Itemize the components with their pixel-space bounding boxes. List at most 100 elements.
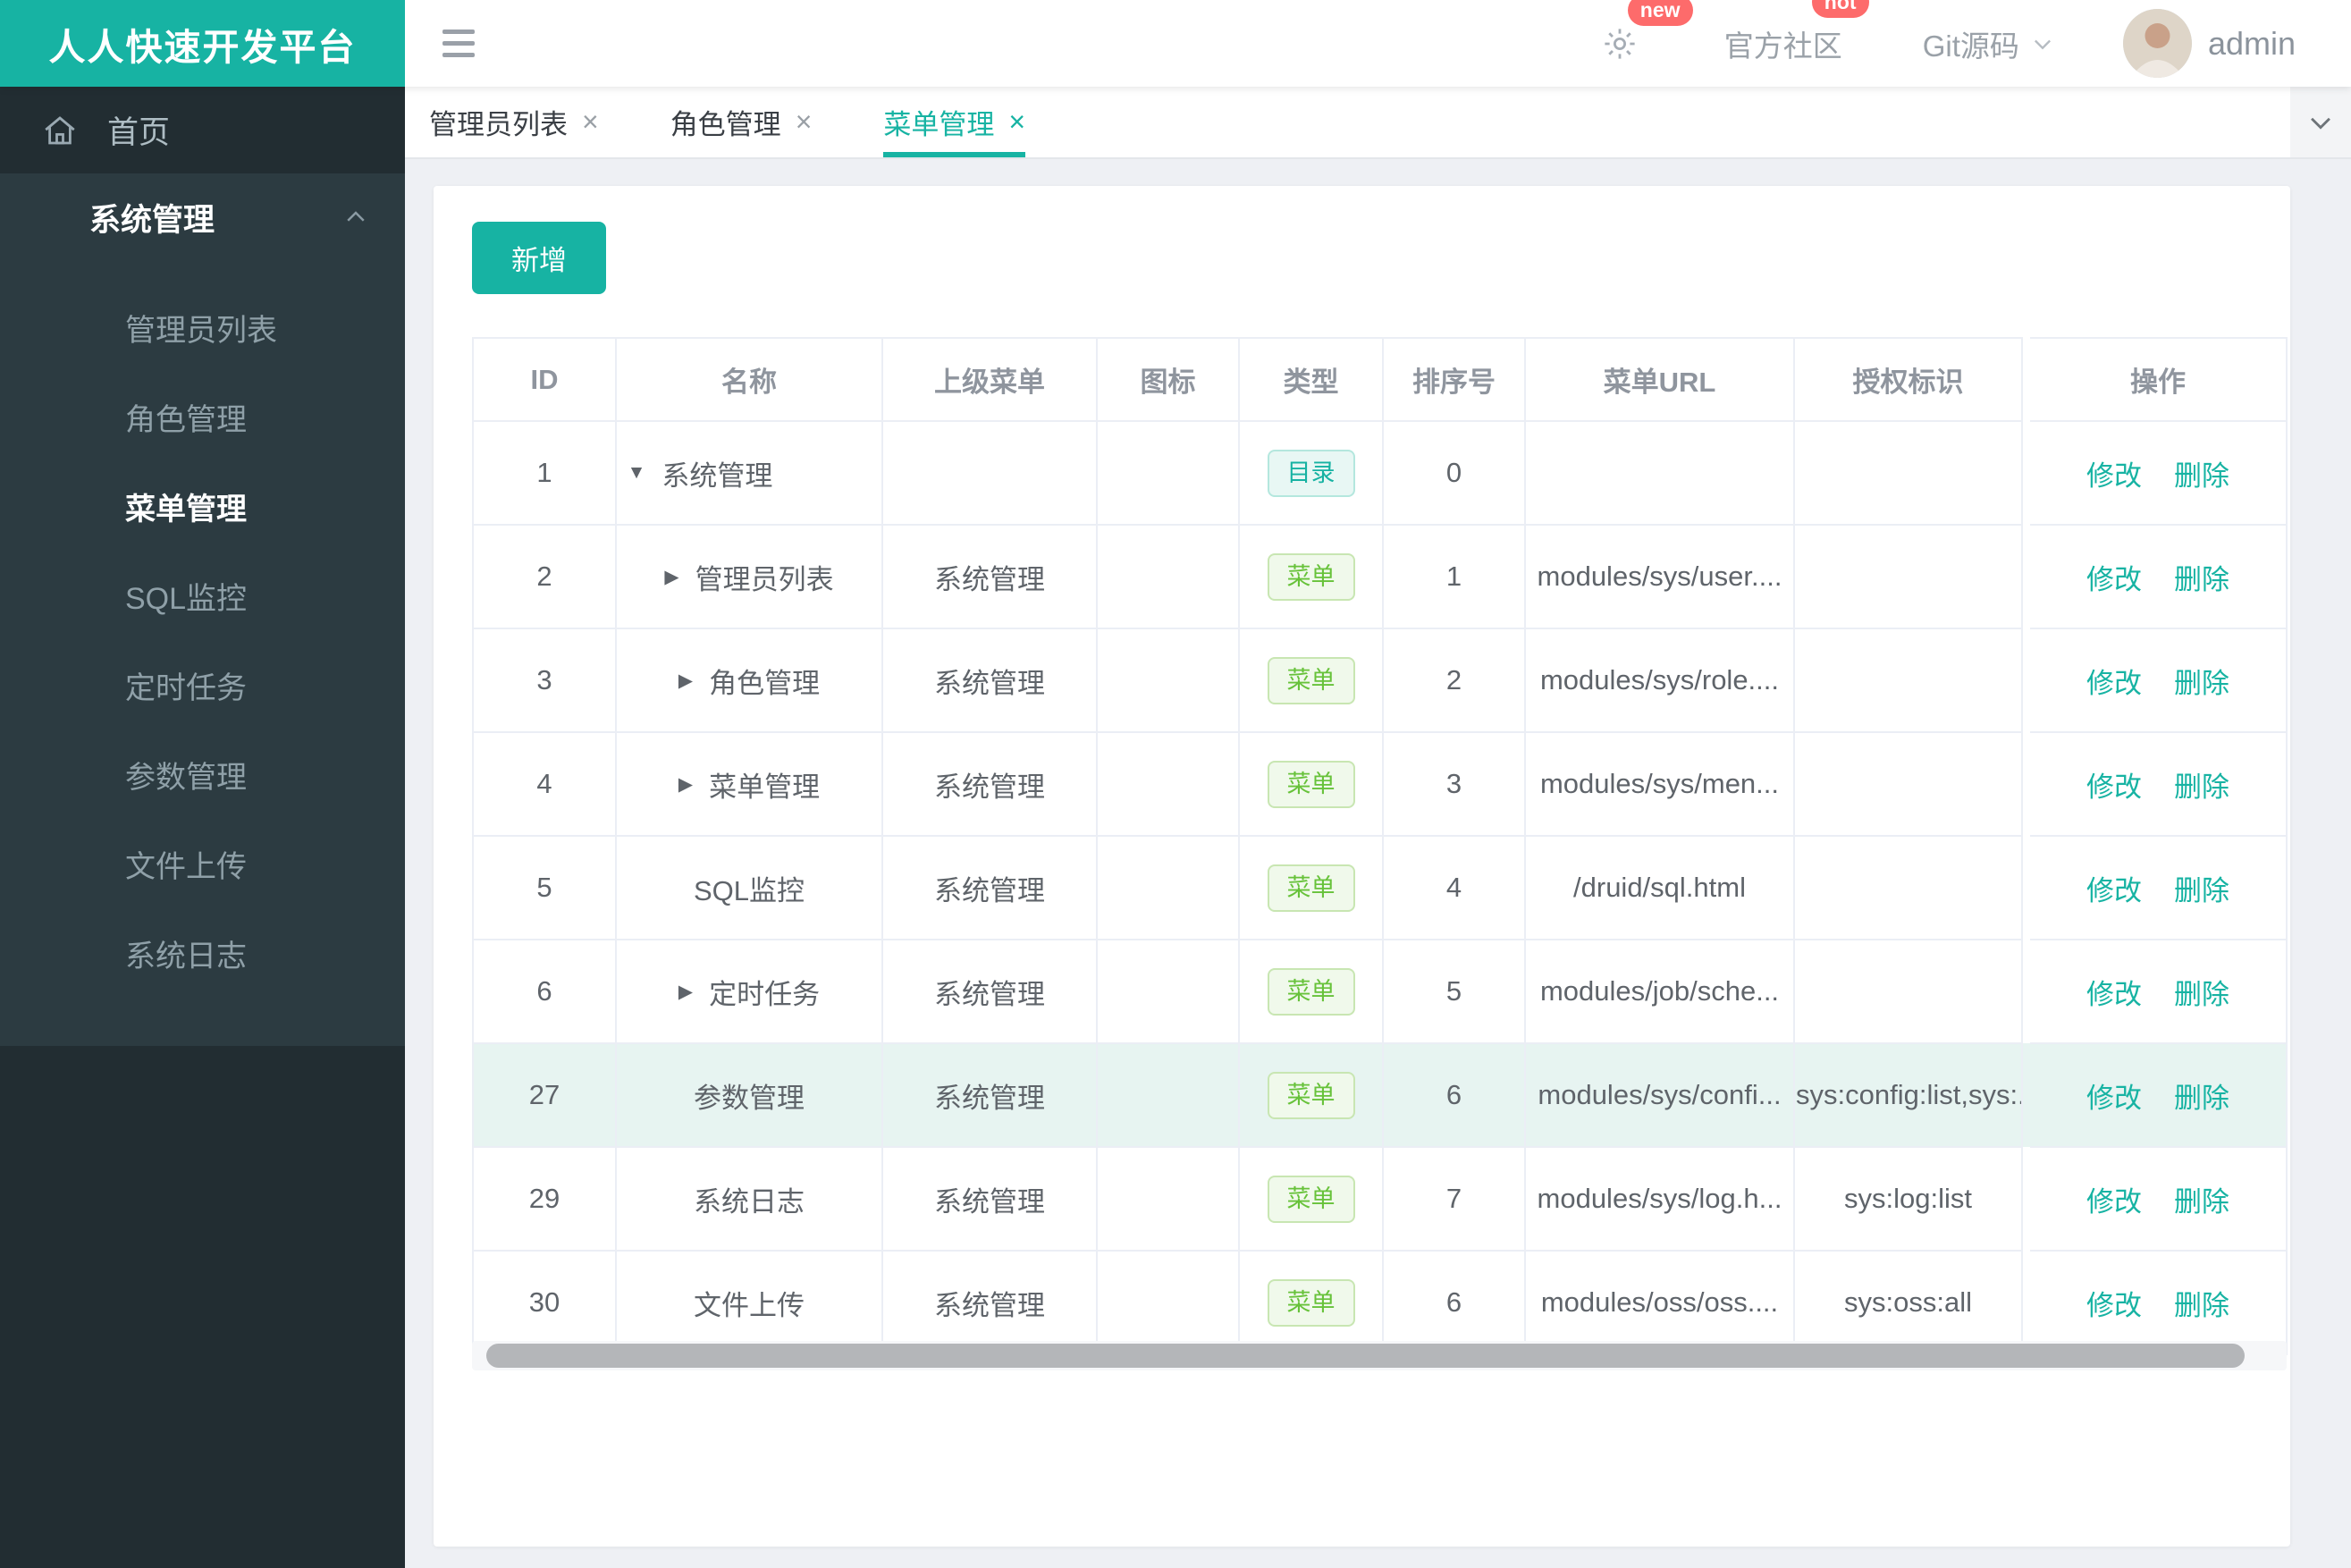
cell-icon xyxy=(1097,940,1240,1044)
tab-label[interactable]: 菜单管理 xyxy=(883,102,994,142)
sidebar-item-link[interactable]: 系统日志 xyxy=(0,912,405,1001)
tree-expand-icon[interactable]: ▶ xyxy=(664,566,678,588)
sidebar-item-active[interactable]: 菜单管理 xyxy=(0,465,405,554)
cell-url: modules/job/sche... xyxy=(1525,940,1795,1044)
delete-link[interactable]: 删除 xyxy=(2174,564,2229,595)
cell-id: 4 xyxy=(473,732,617,837)
edit-link[interactable]: 修改 xyxy=(2086,1186,2142,1218)
tab[interactable]: 菜单管理 × xyxy=(883,87,1026,157)
horizontal-scrollbar-track[interactable] xyxy=(472,1341,2287,1370)
tree-expand-icon[interactable]: ▶ xyxy=(678,981,693,1003)
header-actions: new 官方社区 hot Git源码 admin xyxy=(1601,0,2296,87)
sidebar-item-link[interactable]: 定时任务 xyxy=(0,644,405,733)
cell-name: ▼ 系统管理 xyxy=(616,421,883,526)
cell-type: 菜单 xyxy=(1239,732,1384,837)
cell-name: ▶ 菜单管理 xyxy=(616,732,883,837)
menu-table: ID 名称 上级菜单 图标 类型 排序号 菜单URL 授权标识 操作 1 ▼ 系统管理 目录 0 修改 删除 2… xyxy=(472,337,2288,1355)
menu-name-label: 菜单管理 xyxy=(709,771,821,803)
menu-name-label: 系统管理 xyxy=(661,459,773,492)
edit-link[interactable]: 修改 xyxy=(2086,564,2142,595)
user-avatar[interactable] xyxy=(2122,9,2192,78)
cell-id: 6 xyxy=(473,940,617,1044)
fixed-column-gap xyxy=(2022,1147,2030,1251)
fixed-column-gap xyxy=(2022,732,2030,836)
cell-sort: 2 xyxy=(1383,628,1526,733)
tree-collapse-icon[interactable]: ▼ xyxy=(628,462,646,484)
cell-auth: sys:config:list,sys:. xyxy=(1794,1043,2023,1148)
cell-actions: 修改 删除 xyxy=(2030,1251,2288,1355)
edit-link[interactable]: 修改 xyxy=(2086,771,2142,803)
tab-label[interactable]: 角色管理 xyxy=(670,102,781,142)
column-header: 上级菜单 xyxy=(882,337,1098,422)
sidebar-item-home[interactable]: 首页 xyxy=(0,87,405,173)
fixed-column-gap xyxy=(2022,1043,2030,1147)
edit-link[interactable]: 修改 xyxy=(2086,1083,2142,1114)
edit-link[interactable]: 修改 xyxy=(2086,460,2142,492)
add-button[interactable]: 新增 xyxy=(472,222,606,294)
menu-panel: 新增 ID 名称 上级菜单 图标 类型 排序号 菜单URL 授权标识 操作 1 ▼ 系统管理 目录 0 修改… xyxy=(434,186,2290,1547)
edit-link[interactable]: 修改 xyxy=(2086,979,2142,1010)
delete-link[interactable]: 删除 xyxy=(2174,979,2229,1010)
table-row: 30 文件上传 系统管理 菜单 6 modules/oss/oss.... sys:oss:… xyxy=(473,1251,2288,1355)
chevron-up-icon xyxy=(342,204,369,231)
tab-overflow-button[interactable] xyxy=(2290,87,2351,157)
fixed-column-gap xyxy=(2022,338,2030,421)
table-row: 6 ▶ 定时任务 系统管理 菜单 5 modules/job/sche... 修改 删除 xyxy=(473,940,2288,1044)
cell-type: 菜单 xyxy=(1239,628,1384,733)
column-header: 授权标识 xyxy=(1794,337,2023,422)
type-badge: 菜单 xyxy=(1267,656,1355,704)
edit-link[interactable]: 修改 xyxy=(2086,1290,2142,1321)
delete-link[interactable]: 删除 xyxy=(2174,668,2229,699)
sidebar-item-link[interactable]: 文件上传 xyxy=(0,822,405,912)
menu-name-label: 参数管理 xyxy=(694,1082,805,1114)
table-row: 27 参数管理 系统管理 菜单 6 modules/sys/confi... sys:con… xyxy=(473,1043,2288,1148)
sidebar-group-header[interactable]: 系统管理 xyxy=(0,173,405,261)
menu-name-label: 定时任务 xyxy=(709,978,821,1010)
sidebar-toggle-icon[interactable] xyxy=(442,22,475,64)
tree-expand-icon[interactable]: ▶ xyxy=(678,670,693,692)
hot-badge: hot xyxy=(1811,0,1869,18)
chevron-down-icon xyxy=(2030,31,2055,56)
tab[interactable]: 角色管理 × xyxy=(670,87,813,157)
tab-close-icon[interactable]: × xyxy=(1008,105,1025,139)
cell-parent: 系统管理 xyxy=(882,628,1098,733)
column-header: 排序号 xyxy=(1383,337,1526,422)
tab[interactable]: 管理员列表 × xyxy=(429,87,599,157)
cell-sort: 5 xyxy=(1383,940,1526,1044)
community-link[interactable]: 官方社区 hot xyxy=(1724,0,1869,65)
cell-actions: 修改 删除 xyxy=(2030,628,2288,733)
cell-parent: 系统管理 xyxy=(882,525,1098,629)
menu-name-label: 文件上传 xyxy=(694,1289,805,1321)
tree-expand-icon[interactable]: ▶ xyxy=(678,773,693,796)
delete-link[interactable]: 删除 xyxy=(2174,1083,2229,1114)
table-header-row: ID 名称 上级菜单 图标 类型 排序号 菜单URL 授权标识 操作 xyxy=(473,337,2288,422)
sidebar-item-link[interactable]: SQL监控 xyxy=(0,554,405,644)
top-bar: 人人快速开发平台 new 官方社区 hot Git源码 admin xyxy=(0,0,2351,87)
fixed-column-gap xyxy=(2022,1251,2030,1354)
git-source-link[interactable]: Git源码 xyxy=(1923,22,2055,65)
sidebar-item-link[interactable]: 管理员列表 xyxy=(0,286,405,375)
settings-button[interactable]: new xyxy=(1601,0,1693,63)
cell-parent: 系统管理 xyxy=(882,732,1098,837)
gear-icon[interactable] xyxy=(1601,25,1639,63)
cell-actions: 修改 删除 xyxy=(2030,1147,2288,1252)
sidebar-group-label: 系统管理 xyxy=(89,202,215,238)
tab-label[interactable]: 管理员列表 xyxy=(429,102,568,142)
edit-link[interactable]: 修改 xyxy=(2086,668,2142,699)
user-name[interactable]: admin xyxy=(2208,25,2296,63)
delete-link[interactable]: 删除 xyxy=(2174,1290,2229,1321)
cell-icon xyxy=(1097,1147,1240,1252)
delete-link[interactable]: 删除 xyxy=(2174,771,2229,803)
sidebar-item-link[interactable]: 参数管理 xyxy=(0,733,405,822)
horizontal-scrollbar-thumb[interactable] xyxy=(486,1344,2245,1368)
tab-close-icon[interactable]: × xyxy=(582,105,599,139)
delete-link[interactable]: 删除 xyxy=(2174,1186,2229,1218)
cell-sort: 6 xyxy=(1383,1251,1526,1355)
sidebar: 首页 系统管理 管理员列表 角色管理 菜单管理 SQL监控 定时任务 参数管理 文件上传 系统… xyxy=(0,87,405,1568)
delete-link[interactable]: 删除 xyxy=(2174,875,2229,906)
delete-link[interactable]: 删除 xyxy=(2174,460,2229,492)
edit-link[interactable]: 修改 xyxy=(2086,875,2142,906)
tab-close-icon[interactable]: × xyxy=(796,105,813,139)
sidebar-item-link[interactable]: 角色管理 xyxy=(0,375,405,465)
cell-auth: sys:log:list xyxy=(1794,1147,2023,1252)
